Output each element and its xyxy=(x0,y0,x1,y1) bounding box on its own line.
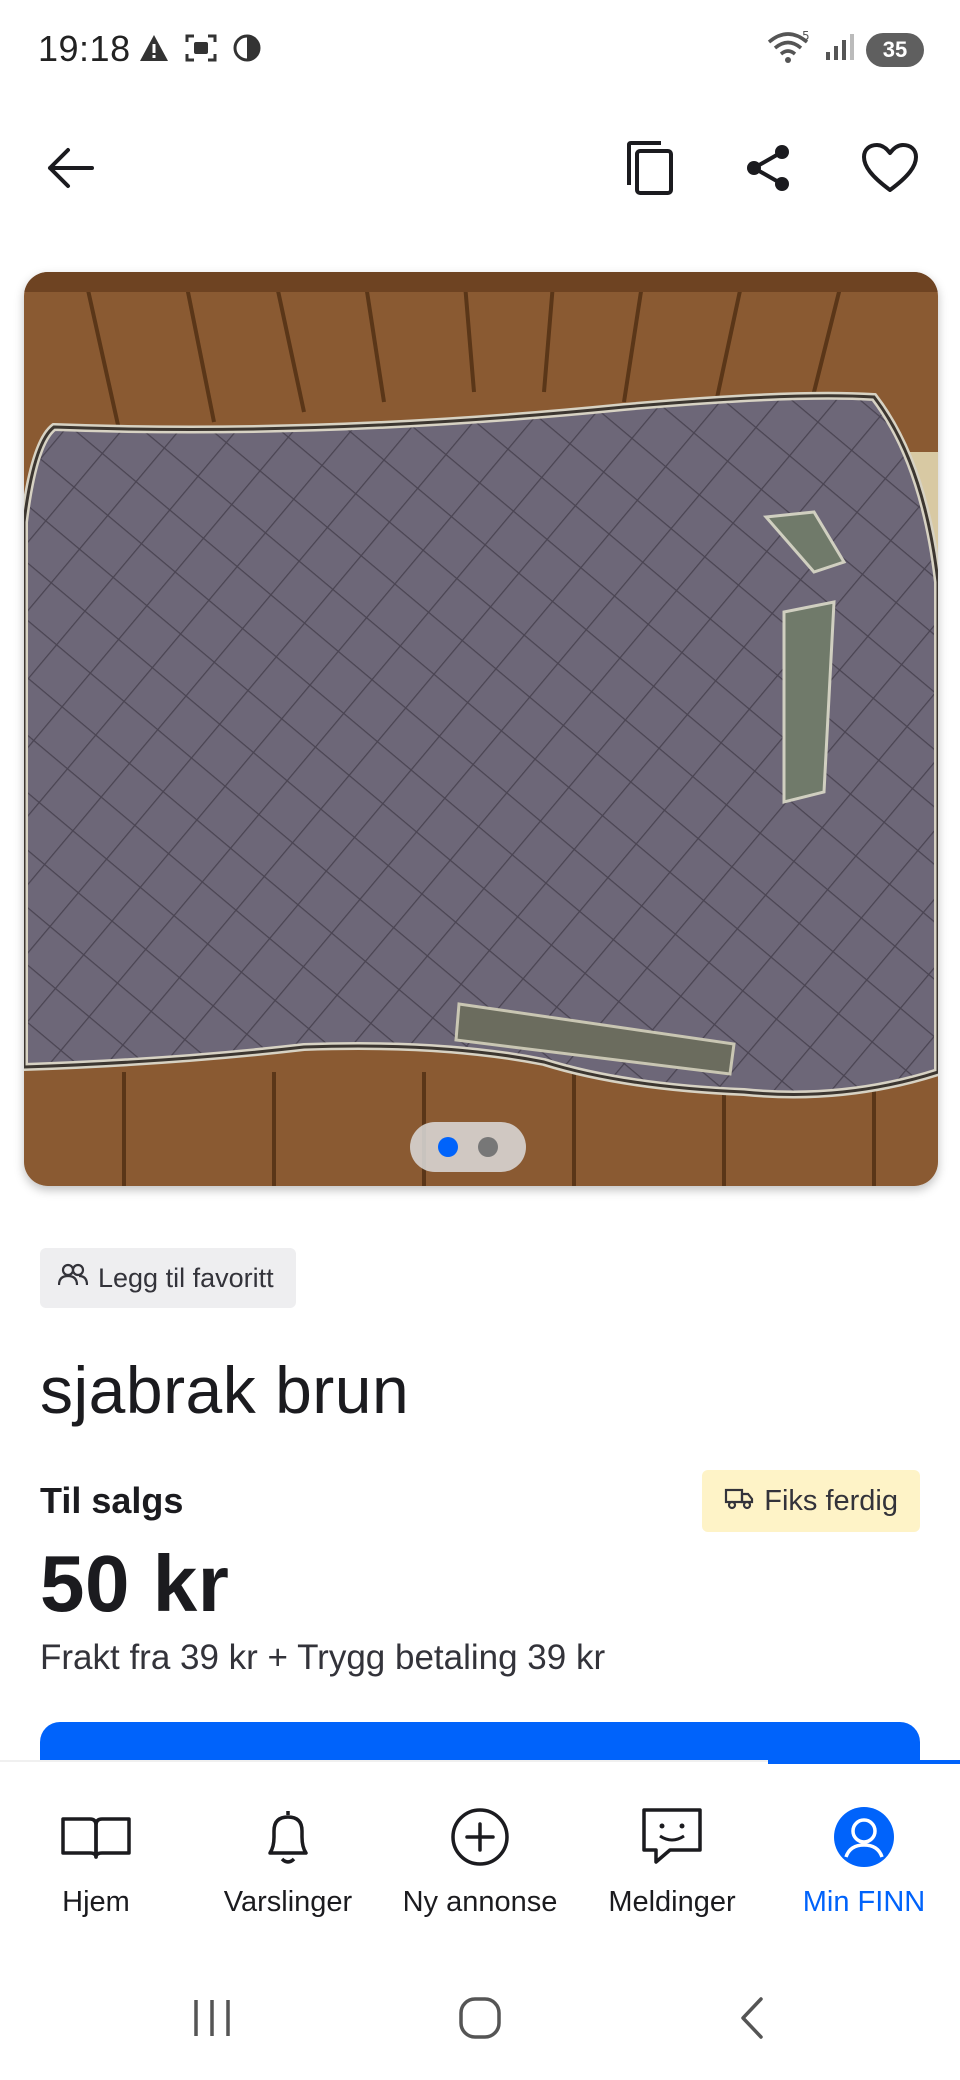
signal-icon xyxy=(824,32,854,67)
home-button[interactable] xyxy=(440,1990,520,2050)
home-icon xyxy=(457,1995,503,2046)
wifi-icon: 5 xyxy=(766,29,812,69)
nav-label-my-finn: Min FINN xyxy=(802,1886,926,1918)
copy-icon xyxy=(625,139,675,202)
status-bar: 19:18 5 35 xyxy=(0,0,960,100)
nav-item-home[interactable]: Hjem xyxy=(0,1762,192,1932)
add-to-favorites-chip[interactable]: Legg til favoritt xyxy=(40,1248,296,1308)
nav-item-my-finn[interactable]: Min FINN xyxy=(768,1762,960,1932)
system-back-button[interactable] xyxy=(712,1990,792,2050)
people-icon xyxy=(57,1263,89,1294)
top-toolbar xyxy=(0,130,960,210)
status-time: 19:18 xyxy=(38,28,131,69)
nav-item-notifications[interactable]: Varslinger xyxy=(192,1762,384,1932)
battery-indicator: 35 xyxy=(866,32,924,67)
nav-item-messages[interactable]: Meldinger xyxy=(576,1762,768,1932)
book-icon xyxy=(60,1802,132,1872)
sale-type-label: Til salgs xyxy=(40,1480,184,1521)
fiks-ferdig-label: Fiks ferdig xyxy=(764,1484,898,1517)
carousel-pagination xyxy=(410,1122,526,1172)
chevron-left-icon xyxy=(737,1995,767,2046)
image-carousel[interactable] xyxy=(24,272,938,1186)
nav-item-new-ad[interactable]: Ny annonse xyxy=(384,1762,576,1932)
chat-icon xyxy=(640,1802,704,1872)
listing-title: sjabrak brun xyxy=(40,1353,410,1427)
system-navigation-bar xyxy=(0,1960,960,2080)
nav-label-home: Hjem xyxy=(62,1886,130,1918)
svg-text:5: 5 xyxy=(802,30,810,43)
favorite-button[interactable] xyxy=(850,130,930,210)
warning-icon xyxy=(138,33,170,68)
screenshot-icon xyxy=(184,32,218,69)
status-icons-right: 5 35 xyxy=(766,29,924,69)
nav-label-messages: Meldinger xyxy=(608,1886,736,1918)
listing-price: 50 kr xyxy=(40,1539,230,1628)
data-saver-icon xyxy=(232,33,262,68)
copy-link-button[interactable] xyxy=(610,130,690,210)
nav-label-new-ad: Ny annonse xyxy=(402,1886,558,1918)
favorite-chip-label: Legg til favoritt xyxy=(98,1262,274,1293)
profile-icon xyxy=(832,1802,896,1872)
share-button[interactable] xyxy=(728,130,808,210)
arrow-left-icon xyxy=(44,146,96,195)
plus-circle-icon xyxy=(449,1802,511,1872)
carousel-dot-1[interactable] xyxy=(438,1137,458,1157)
heart-icon xyxy=(861,142,919,199)
share-icon xyxy=(742,142,794,199)
recent-apps-icon xyxy=(190,1998,234,2043)
back-button[interactable] xyxy=(30,130,110,210)
bell-icon xyxy=(262,1802,314,1872)
recent-apps-button[interactable] xyxy=(172,1990,252,2050)
shipping-info: Frakt fra 39 kr + Trygg betaling 39 kr xyxy=(40,1638,606,1677)
bottom-navigation: Hjem Varslinger Ny annonse Meldinger Min… xyxy=(0,1760,960,1950)
delivery-truck-icon xyxy=(724,1485,754,1518)
carousel-dot-2[interactable] xyxy=(478,1137,498,1157)
status-icons-left xyxy=(138,32,262,69)
nav-label-notifications: Varslinger xyxy=(223,1886,353,1918)
listing-photo xyxy=(24,272,938,1186)
fiks-ferdig-badge[interactable]: Fiks ferdig xyxy=(702,1470,920,1532)
